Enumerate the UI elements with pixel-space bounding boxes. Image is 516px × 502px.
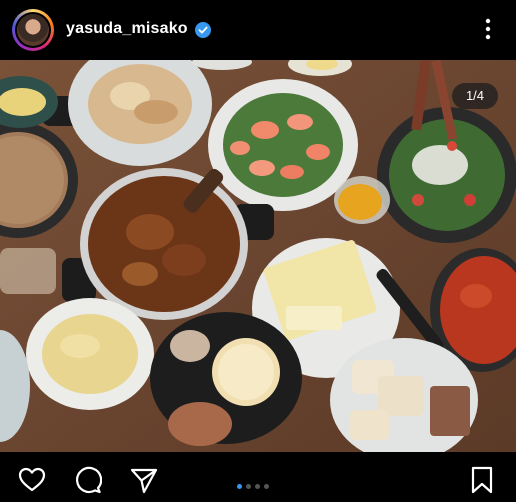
carousel-dot	[246, 484, 251, 489]
food-table-photo	[0, 60, 516, 452]
post-image[interactable]: 1/4	[0, 60, 516, 452]
carousel-counter: 1/4	[452, 83, 498, 109]
avatar-photo	[17, 14, 49, 46]
username[interactable]: yasuda_misako	[66, 20, 188, 38]
salmon-salad	[208, 79, 358, 211]
verified-badge-icon	[195, 22, 211, 38]
heart-icon[interactable]	[18, 466, 46, 494]
more-vertical-icon[interactable]	[480, 16, 496, 42]
post-header: yasuda_misako	[0, 0, 516, 60]
bookmark-icon[interactable]	[468, 466, 496, 494]
carousel-dot	[237, 484, 242, 489]
pasta-plate	[26, 298, 154, 410]
carousel-dot	[255, 484, 260, 489]
avatar-ring	[15, 12, 51, 48]
carousel-indicator	[237, 476, 273, 489]
carousel-dot	[264, 484, 269, 489]
comment-icon[interactable]	[74, 466, 102, 494]
share-icon[interactable]	[130, 466, 158, 494]
avatar[interactable]	[12, 9, 54, 51]
